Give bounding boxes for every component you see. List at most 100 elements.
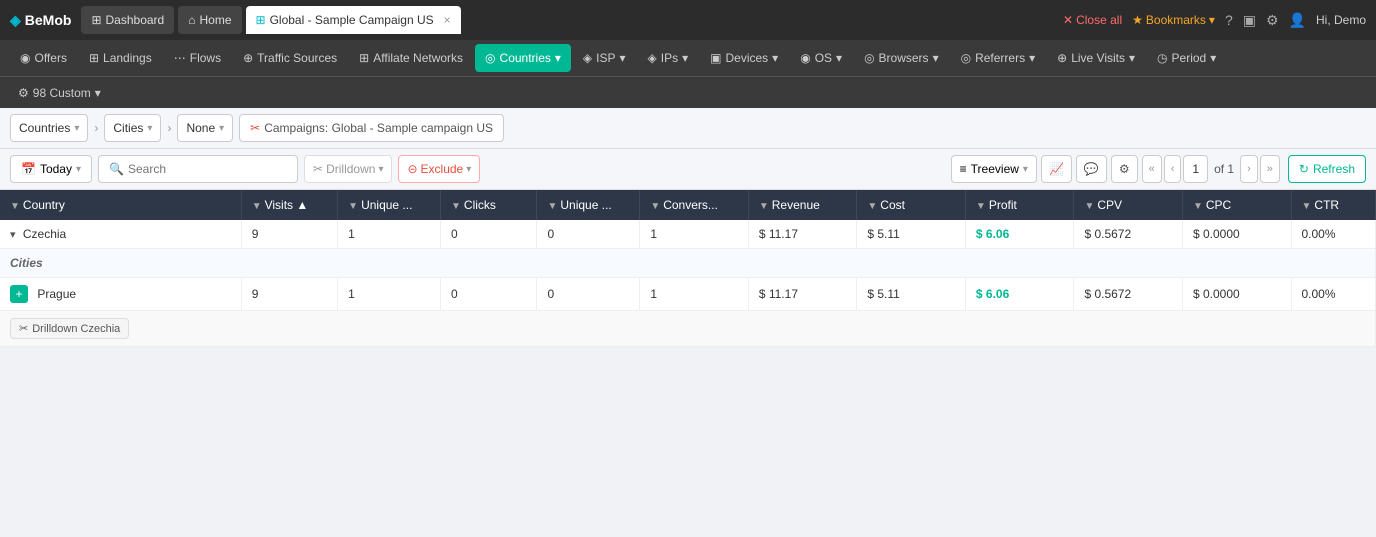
sidebar-item-affiliate-networks[interactable]: ⊞ Affilate Networks bbox=[349, 44, 473, 72]
col-unique[interactable]: ▼Unique ... bbox=[338, 190, 441, 220]
col-unique2[interactable]: ▼Unique ... bbox=[537, 190, 640, 220]
add-city-button[interactable]: + bbox=[10, 285, 28, 303]
profit-filter-icon: ▼ bbox=[976, 201, 986, 212]
col-revenue[interactable]: ▼Revenue bbox=[748, 190, 857, 220]
table-settings-button[interactable]: ⚙ bbox=[1111, 155, 1138, 183]
sidebar-item-countries[interactable]: ◎ Countries ▾ bbox=[475, 44, 571, 72]
dimension3-select[interactable]: None ▾ bbox=[177, 114, 233, 142]
cpv-cell: $ 0.5672 bbox=[1074, 220, 1183, 249]
col-profit[interactable]: ▼Profit bbox=[965, 190, 1074, 220]
col-country: ▼Country bbox=[0, 190, 241, 220]
col-ctr[interactable]: ▼CTR bbox=[1291, 190, 1376, 220]
sidebar-item-offers[interactable]: ◉ Offers bbox=[10, 44, 77, 72]
user-icon[interactable]: 👤 bbox=[1289, 12, 1306, 29]
exclude-icon: ⊝ bbox=[407, 162, 417, 176]
search-field[interactable] bbox=[128, 162, 287, 176]
dimension-separator-1: › bbox=[94, 121, 98, 135]
third-nav: ⚙ 98 Custom ▾ bbox=[0, 76, 1376, 108]
page-prev-button[interactable]: ‹ bbox=[1164, 155, 1182, 183]
bookmarks-chevron-icon: ▾ bbox=[1209, 13, 1215, 27]
page-last-icon: » bbox=[1267, 163, 1273, 175]
conv-filter-icon: ▼ bbox=[650, 201, 660, 212]
unique2-cell: 0 bbox=[537, 278, 640, 311]
active-tab[interactable]: ⊞ Global - Sample Campaign US × bbox=[246, 6, 461, 34]
close-tab-icon[interactable]: × bbox=[444, 13, 451, 27]
dimension1-chevron-icon: ▾ bbox=[74, 123, 79, 134]
col-clicks[interactable]: ▼Clicks bbox=[441, 190, 537, 220]
treeview-button[interactable]: ≡ Treeview ▾ bbox=[951, 155, 1037, 183]
sidebar-item-traffic-sources[interactable]: ⊕ Traffic Sources bbox=[233, 44, 347, 72]
sidebar-item-live-visits[interactable]: ⊕ Live Visits ▾ bbox=[1047, 44, 1145, 72]
drilldown-cell: ✂ Drilldown Czechia bbox=[0, 311, 1376, 347]
unique2-cell: 0 bbox=[537, 220, 640, 249]
settings-gear-icon[interactable]: ⚙ bbox=[1266, 12, 1279, 29]
refresh-button[interactable]: ↻ Refresh bbox=[1288, 155, 1366, 183]
refresh-icon: ↻ bbox=[1299, 162, 1309, 176]
page-last-button[interactable]: » bbox=[1260, 155, 1280, 183]
page-next-button[interactable]: › bbox=[1240, 155, 1258, 183]
calendar-icon: 📅 bbox=[21, 162, 36, 176]
sidebar-item-period[interactable]: ◷ Period ▾ bbox=[1147, 44, 1226, 72]
exclude-button[interactable]: ⊝ Exclude ▾ bbox=[398, 155, 480, 183]
dimension1-select[interactable]: Countries ▾ bbox=[10, 114, 88, 142]
custom-button[interactable]: ⚙ 98 Custom ▾ bbox=[10, 83, 109, 103]
dashboard-button[interactable]: ⊞ Dashboard bbox=[81, 6, 174, 34]
page-of-label: of 1 bbox=[1210, 162, 1238, 176]
dimension2-select[interactable]: Cities ▾ bbox=[104, 114, 161, 142]
sidebar-item-devices[interactable]: ▣ Devices ▾ bbox=[700, 44, 788, 72]
profit-cell: $ 6.06 bbox=[965, 220, 1074, 249]
traffic-icon: ⊕ bbox=[243, 51, 253, 65]
bookmarks-button[interactable]: ★ Bookmarks ▾ bbox=[1132, 13, 1215, 27]
col-visits[interactable]: ▼Visits ▲ bbox=[241, 190, 337, 220]
page-prev-icon: ‹ bbox=[1171, 163, 1175, 175]
chart-button[interactable]: 📈 bbox=[1041, 155, 1072, 183]
drilldown-czechia-icon: ✂ bbox=[19, 322, 28, 335]
countries-icon: ◎ bbox=[485, 51, 495, 65]
custom-icon: ⚙ bbox=[18, 86, 29, 100]
col-cpc[interactable]: ▼CPC bbox=[1182, 190, 1291, 220]
city-cell: + Prague bbox=[0, 278, 241, 311]
sidebar-item-os[interactable]: ◉ OS ▾ bbox=[790, 44, 852, 72]
dimension3-chevron-icon: ▾ bbox=[219, 123, 224, 134]
date-picker-button[interactable]: 📅 Today ▾ bbox=[10, 155, 92, 183]
sidebar-item-isp[interactable]: ◈ ISP ▾ bbox=[573, 44, 636, 72]
notifications-icon[interactable]: ▣ bbox=[1243, 12, 1256, 29]
page-next-icon: › bbox=[1247, 163, 1251, 175]
revenue-cell: $ 11.17 bbox=[748, 220, 857, 249]
col-conversions[interactable]: ▼Convers... bbox=[640, 190, 749, 220]
close-all-button[interactable]: ✕ Close all bbox=[1063, 13, 1122, 27]
sidebar-item-flows[interactable]: ⋯ Flows bbox=[164, 44, 231, 72]
visits-cell: 9 bbox=[241, 220, 337, 249]
drilldown-button[interactable]: ✂ Drilldown ▾ bbox=[304, 155, 392, 183]
sidebar-item-browsers[interactable]: ◎ Browsers ▾ bbox=[854, 44, 949, 72]
search-input-container[interactable]: 🔍 bbox=[98, 155, 298, 183]
expand-button[interactable]: ▾ bbox=[10, 228, 16, 241]
live-visits-icon: ⊕ bbox=[1057, 51, 1067, 65]
cost-cell: $ 5.11 bbox=[857, 278, 966, 311]
browsers-chevron-icon: ▾ bbox=[933, 51, 939, 65]
search-icon: 🔍 bbox=[109, 162, 124, 176]
rev-filter-icon: ▼ bbox=[759, 201, 769, 212]
date-chevron-icon: ▾ bbox=[76, 164, 81, 175]
user-greeting: Hi, Demo bbox=[1316, 13, 1366, 27]
cpc-filter-icon: ▼ bbox=[1193, 201, 1203, 212]
home-button[interactable]: ⌂ Home bbox=[178, 6, 241, 34]
sidebar-item-ips[interactable]: ◈ IPs ▾ bbox=[638, 44, 699, 72]
ips-chevron-icon: ▾ bbox=[682, 51, 688, 65]
cpc-cell: $ 0.0000 bbox=[1182, 220, 1291, 249]
filter-row: 📅 Today ▾ 🔍 ✂ Drilldown ▾ ⊝ Exclude ▾ ≡ … bbox=[0, 149, 1376, 190]
page-first-button[interactable]: « bbox=[1142, 155, 1162, 183]
cost-cell: $ 5.11 bbox=[857, 220, 966, 249]
col-cost[interactable]: ▼Cost bbox=[857, 190, 966, 220]
cpc-cell: $ 0.0000 bbox=[1182, 278, 1291, 311]
help-icon[interactable]: ? bbox=[1225, 12, 1233, 28]
col-cpv[interactable]: ▼CPV bbox=[1074, 190, 1183, 220]
comment-button[interactable]: 💬 bbox=[1076, 155, 1107, 183]
campaign-label-text: Campaigns: Global - Sample campaign US bbox=[264, 121, 493, 135]
campaign-scissors-icon: ✂ bbox=[250, 121, 260, 135]
sidebar-item-referrers[interactable]: ◎ Referrers ▾ bbox=[951, 44, 1046, 72]
ctr-filter-icon: ▼ bbox=[1302, 201, 1312, 212]
star-icon: ★ bbox=[1132, 13, 1143, 27]
drilldown-czechia-button[interactable]: ✂ Drilldown Czechia bbox=[10, 318, 129, 339]
sidebar-item-landings[interactable]: ⊞ Landings bbox=[79, 44, 162, 72]
